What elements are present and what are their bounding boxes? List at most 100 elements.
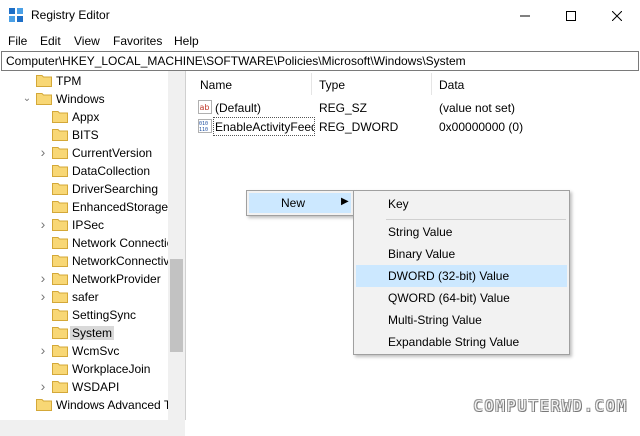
submenu-item-key[interactable]: Key	[356, 193, 567, 215]
close-icon	[612, 10, 622, 21]
folder-icon	[52, 129, 68, 141]
submenu-item-multi-string-value[interactable]: Multi-String Value	[356, 309, 567, 331]
tree-item-settingsync[interactable]: SettingSync	[0, 306, 170, 324]
tree-item-label: NetworkConnectivityStatusIndicator	[72, 254, 170, 268]
menu-item-new[interactable]: New ▶	[249, 193, 351, 213]
binary-value-icon: 010 110	[198, 119, 212, 133]
tree-item-label: NetworkProvider	[72, 272, 161, 286]
minimize-icon	[520, 15, 530, 16]
close-button[interactable]	[594, 0, 640, 31]
tree-item-ipsec[interactable]: › IPSec	[0, 216, 170, 234]
chevron-right-icon[interactable]: ›	[38, 271, 48, 285]
submenu-item-label: Binary Value	[388, 247, 456, 261]
folder-icon	[52, 219, 68, 231]
folder-icon	[36, 93, 52, 105]
window-title: Registry Editor	[31, 8, 110, 22]
tree-horizontal-scrollbar[interactable]	[0, 420, 185, 436]
scrollbar-thumb[interactable]	[170, 259, 183, 352]
tree-item-label: IPSec	[72, 218, 105, 232]
tree-item-windows[interactable]: ⌄ Windows	[0, 90, 170, 108]
tree-item-label: TPM	[56, 74, 82, 88]
tree-item-safer[interactable]: › safer	[0, 288, 170, 306]
tree-item-label: SettingSync	[72, 308, 137, 322]
submenu-item-string-value[interactable]: String Value	[356, 221, 567, 243]
folder-icon	[36, 399, 52, 411]
folder-icon	[52, 363, 68, 375]
submenu-item-label: Expandable String Value	[388, 335, 520, 349]
address-path: Computer\HKEY_LOCAL_MACHINE\SOFTWARE\Pol…	[6, 54, 466, 68]
value-name: (Default)	[215, 101, 262, 115]
tree-item-label: Appx	[72, 110, 100, 124]
folder-icon	[52, 165, 68, 177]
submenu-item-dword-value[interactable]: DWORD (32-bit) Value	[356, 265, 567, 287]
folder-icon	[52, 291, 68, 303]
menu-file[interactable]: File	[8, 34, 27, 48]
column-data-header[interactable]: Data	[439, 78, 464, 92]
chevron-right-icon[interactable]: ›	[38, 379, 48, 393]
tree-item-network-connections[interactable]: Network Connections	[0, 234, 170, 252]
chevron-down-icon[interactable]: ⌄	[22, 93, 32, 105]
tree-item-networkprovider[interactable]: › NetworkProvider	[0, 270, 170, 288]
chevron-right-icon[interactable]: ›	[38, 145, 48, 159]
watermark: COMPUTERWD.COM	[473, 397, 628, 415]
folder-icon	[52, 183, 68, 195]
submenu-item-expandable-string-value[interactable]: Expandable String Value	[356, 331, 567, 353]
tree-item-workplacejoin[interactable]: WorkplaceJoin	[0, 360, 170, 378]
folder-icon	[52, 309, 68, 321]
maximize-button[interactable]	[548, 0, 594, 31]
folder-icon	[52, 237, 68, 249]
tree-item-currentversion[interactable]: › CurrentVersion	[0, 144, 170, 162]
chevron-right-icon[interactable]: ›	[38, 217, 48, 231]
tree-item-driversearching[interactable]: DriverSearching	[0, 180, 170, 198]
address-bar[interactable]: Computer\HKEY_LOCAL_MACHINE\SOFTWARE\Pol…	[1, 51, 639, 71]
menu-item-new-label: New	[281, 196, 306, 210]
menu-help[interactable]: Help	[174, 34, 199, 48]
column-divider[interactable]	[311, 73, 312, 95]
submenu-item-label: QWORD (64-bit) Value	[388, 291, 510, 305]
tree-item-windows-advanced-threat-protection[interactable]: Windows Advanced Threat Protection	[0, 396, 170, 414]
svg-text:ab: ab	[200, 103, 210, 112]
maximize-icon	[566, 10, 576, 21]
menu-edit[interactable]: Edit	[40, 34, 61, 48]
submenu-item-label: Multi-String Value	[388, 313, 482, 327]
tree-item-networkconnectivitystatusindicator[interactable]: NetworkConnectivityStatusIndicator	[0, 252, 170, 270]
tree-item-label: WSDAPI	[72, 380, 120, 394]
column-type-header[interactable]: Type	[319, 78, 345, 92]
folder-icon	[52, 327, 68, 339]
chevron-right-icon[interactable]: ›	[38, 289, 48, 303]
tree-item-appx[interactable]: Appx	[0, 108, 170, 126]
menu-view[interactable]: View	[74, 34, 100, 48]
column-name-header[interactable]: Name	[200, 78, 232, 92]
tree-item-system[interactable]: System	[0, 324, 170, 342]
menu-separator	[386, 219, 566, 220]
column-divider[interactable]	[431, 73, 432, 95]
folder-icon	[52, 273, 68, 285]
string-value-icon: ab	[198, 100, 212, 114]
tree-item-label: WorkplaceJoin	[72, 362, 151, 376]
tree-item-label: WcmSvc	[72, 344, 120, 358]
folder-icon	[52, 381, 68, 393]
value-name: EnableActivityFeed	[215, 120, 315, 134]
menu-bar: File Edit View Favorites Help	[0, 31, 640, 51]
submenu-item-binary-value[interactable]: Binary Value	[356, 243, 567, 265]
submenu-item-qword-value[interactable]: QWORD (64-bit) Value	[356, 287, 567, 309]
tree-item-bits[interactable]: BITS	[0, 126, 170, 144]
folder-icon	[52, 345, 68, 357]
folder-icon	[52, 147, 68, 159]
value-name-focus[interactable]: EnableActivityFeed	[213, 117, 315, 136]
value-type: REG_SZ	[319, 101, 368, 115]
tree-vertical-scrollbar[interactable]	[168, 71, 185, 420]
minimize-button[interactable]	[502, 0, 548, 31]
tree-item-datacollection[interactable]: DataCollection	[0, 162, 170, 180]
submenu-item-label: String Value	[388, 225, 453, 239]
tree-item-wsdapi[interactable]: › WSDAPI	[0, 378, 170, 396]
folder-icon	[36, 75, 52, 87]
registry-editor-icon	[9, 8, 23, 22]
chevron-right-icon[interactable]: ›	[38, 343, 48, 357]
menu-favorites[interactable]: Favorites	[113, 34, 162, 48]
svg-text:110: 110	[199, 127, 208, 133]
tree-item-tpm[interactable]: TPM	[0, 72, 170, 90]
tree-item-enhancedstoragedevices[interactable]: EnhancedStorageDevices	[0, 198, 170, 216]
tree-item-wcmsvc[interactable]: › WcmSvc	[0, 342, 170, 360]
key-tree: TPM ⌄ Windows Appx BITS › CurrentVersion DataCo…	[0, 71, 186, 420]
